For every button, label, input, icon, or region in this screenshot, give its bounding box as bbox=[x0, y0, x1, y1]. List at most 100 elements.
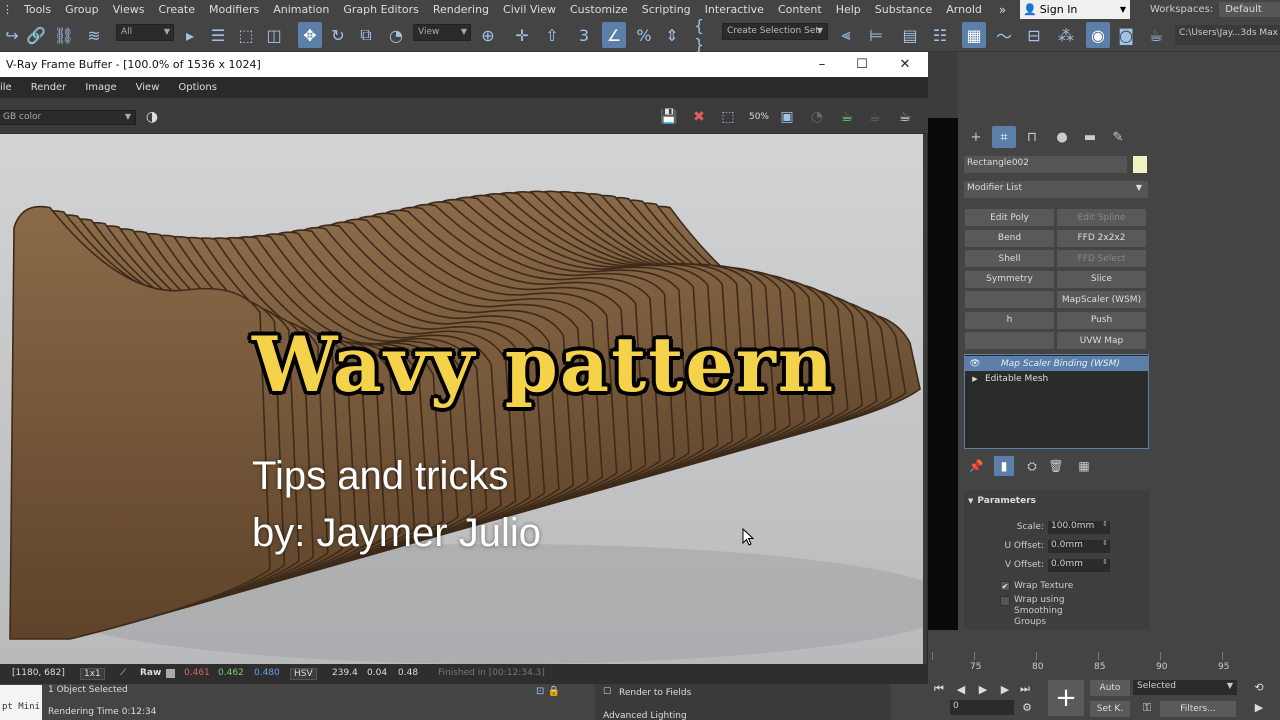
stack-item-editable-mesh[interactable]: ▶ Editable Mesh bbox=[965, 371, 1148, 386]
curve-editor-icon[interactable]: 〜 bbox=[992, 22, 1016, 48]
select-object-icon[interactable]: ▸ bbox=[178, 22, 202, 48]
key-filter-dropdown[interactable]: Selected ▼ bbox=[1133, 680, 1237, 695]
color-picker-icon[interactable]: ⟋ bbox=[120, 668, 126, 678]
spinner-snap-icon[interactable]: ⇕ bbox=[660, 22, 684, 48]
menu-graph-editors[interactable]: Graph Editors bbox=[336, 3, 426, 16]
nav-icon[interactable]: ▶ bbox=[1250, 700, 1268, 714]
key-mode-icon[interactable]: ⚿ bbox=[1138, 701, 1156, 715]
selection-set-dropdown[interactable]: Create Selection Set ▼ bbox=[722, 23, 828, 40]
angle-snap-icon[interactable]: ∠ bbox=[602, 22, 626, 48]
wrap-smoothing-checkbox[interactable] bbox=[1000, 596, 1010, 606]
menu-civil-view[interactable]: Civil View bbox=[496, 3, 563, 16]
track-mouse-icon[interactable]: ▣ bbox=[776, 106, 798, 128]
pivot-center-icon[interactable]: ⊕ bbox=[476, 22, 500, 48]
render-teapot-icon[interactable]: ☕ bbox=[1144, 22, 1168, 48]
object-color-swatch[interactable] bbox=[1133, 156, 1147, 173]
percent-snap-icon[interactable]: % bbox=[632, 22, 656, 48]
minimize-icon[interactable]: – bbox=[802, 52, 842, 77]
make-unique-icon[interactable]: ⛭ bbox=[1022, 456, 1042, 476]
save-image-icon[interactable]: 💾 bbox=[658, 106, 680, 128]
menu-substance[interactable]: Substance bbox=[868, 3, 940, 16]
ribbon-toggle-icon[interactable]: ▦ bbox=[962, 22, 986, 48]
modifier-button[interactable]: Symmetry bbox=[965, 270, 1054, 288]
reference-coord-dropdown[interactable]: View ▼ bbox=[413, 24, 471, 41]
menu-views[interactable]: Views bbox=[106, 3, 152, 16]
clear-image-icon[interactable]: ✖ bbox=[688, 106, 710, 128]
go-to-end-icon[interactable]: ⏭ bbox=[1016, 682, 1034, 696]
motion-tab-icon[interactable]: ● bbox=[1050, 126, 1074, 148]
remove-modifier-icon[interactable]: 🗑 bbox=[1046, 456, 1066, 476]
redo-icon[interactable]: ↪ bbox=[0, 22, 24, 48]
time-config-icon[interactable]: ⚙ bbox=[1018, 700, 1036, 714]
pin-stack-icon[interactable]: 📌 bbox=[966, 456, 986, 476]
mirror-icon[interactable]: ⫷ bbox=[834, 22, 858, 48]
expand-icon[interactable]: ▶ bbox=[965, 375, 985, 383]
vfb-menu-image[interactable]: Image bbox=[75, 82, 125, 93]
stack-item-map-scaler[interactable]: 👁 Map Scaler Binding (WSM) bbox=[965, 356, 1148, 371]
schematic-view-icon[interactable]: ⁂ bbox=[1054, 22, 1078, 48]
menu-more-icon[interactable]: » bbox=[989, 3, 1016, 17]
menu-interactive[interactable]: Interactive bbox=[698, 3, 771, 16]
select-move-icon[interactable]: ✥ bbox=[298, 22, 322, 48]
window-crossing-icon[interactable]: ◫ bbox=[262, 22, 286, 48]
show-end-result-icon[interactable]: ▮ bbox=[994, 456, 1014, 476]
rect-selection-icon[interactable]: ⬚ bbox=[234, 22, 258, 48]
go-to-start-icon[interactable]: ⏮ bbox=[930, 682, 948, 696]
place-icon[interactable]: ◔ bbox=[384, 22, 408, 48]
modifier-list-dropdown[interactable]: Modifier List ▼ bbox=[964, 181, 1148, 198]
menu-arnold[interactable]: Arnold bbox=[939, 3, 989, 16]
region-render-icon[interactable]: ⬚ bbox=[717, 106, 739, 128]
menu-create[interactable]: Create bbox=[151, 3, 202, 16]
object-name-field[interactable]: Rectangle002 bbox=[964, 156, 1127, 173]
modify-tab-icon[interactable]: ⌗ bbox=[992, 126, 1016, 148]
menu-group[interactable]: Group bbox=[58, 3, 106, 16]
utilities-tab-icon[interactable]: ✎ bbox=[1106, 126, 1130, 148]
render-last-icon[interactable]: ☕ bbox=[894, 106, 916, 128]
modifier-button[interactable]: FFD 2x2x2 bbox=[1057, 229, 1146, 247]
dope-sheet-icon[interactable]: ⊟ bbox=[1022, 22, 1046, 48]
bind-spacewarp-icon[interactable]: ≋ bbox=[82, 22, 106, 48]
set-key-button[interactable]: Set K. bbox=[1090, 701, 1130, 717]
wrap-texture-checkbox[interactable]: ✔ bbox=[1000, 581, 1010, 591]
select-rotate-icon[interactable]: ↻ bbox=[326, 22, 350, 48]
close-icon[interactable]: ✕ bbox=[885, 52, 925, 77]
rendered-image[interactable]: Wavy pattern Tips and tricks by: Jaymer … bbox=[0, 134, 923, 664]
menu-scripting[interactable]: Scripting bbox=[635, 3, 698, 16]
modifier-button[interactable]: Push bbox=[1057, 311, 1146, 329]
menu-tools[interactable]: Tools bbox=[17, 3, 58, 16]
render-setup-icon[interactable]: ◙ bbox=[1114, 22, 1138, 48]
align-icon[interactable]: ⊨ bbox=[864, 22, 888, 48]
vfb-menu-view[interactable]: View bbox=[126, 82, 169, 93]
keyboard-shortcut-icon[interactable]: ⇧ bbox=[540, 22, 564, 48]
eye-icon[interactable]: 👁 bbox=[965, 359, 985, 369]
ratio-dropdown[interactable]: 1x1 bbox=[80, 668, 105, 680]
menu-modifiers[interactable]: Modifiers bbox=[202, 3, 266, 16]
unlink-icon[interactable]: ⛓ bbox=[52, 22, 76, 48]
snaps-toggle-icon[interactable]: 3 bbox=[572, 22, 596, 48]
u-offset-spinner[interactable]: 0.0mm ⇕ bbox=[1048, 539, 1110, 553]
selection-filter-dropdown[interactable]: All ▼ bbox=[116, 24, 174, 41]
menu-customize[interactable]: Customize bbox=[563, 3, 635, 16]
workspace-dropdown[interactable]: Default bbox=[1219, 2, 1280, 17]
modifier-button[interactable] bbox=[965, 332, 1054, 349]
filters-button[interactable]: Filters... bbox=[1160, 701, 1236, 717]
modifier-button[interactable]: Edit Spline bbox=[1057, 209, 1146, 226]
menu-help[interactable]: Help bbox=[829, 3, 868, 16]
menu-rendering[interactable]: Rendering bbox=[426, 3, 496, 16]
layer-explorer-icon[interactable]: ☷ bbox=[928, 22, 952, 48]
render-icon[interactable]: ☕ bbox=[836, 106, 858, 128]
menu-content[interactable]: Content bbox=[771, 3, 829, 16]
modifier-button[interactable]: Shell bbox=[965, 250, 1054, 267]
modifier-button[interactable]: MapScaler (WSM) bbox=[1057, 291, 1146, 308]
current-frame-field[interactable]: 0 bbox=[950, 700, 1014, 715]
vfb-menu-render[interactable]: Render bbox=[21, 82, 76, 93]
sign-in-dropdown[interactable]: 👤 Sign In ▼ bbox=[1020, 0, 1130, 19]
create-tab-icon[interactable]: + bbox=[964, 126, 988, 148]
menu-animation[interactable]: Animation bbox=[266, 3, 336, 16]
vfb-menu-options[interactable]: Options bbox=[168, 82, 226, 93]
next-frame-icon[interactable]: ▶ bbox=[996, 682, 1014, 696]
menu-overflow-icon[interactable]: ⋮ bbox=[0, 3, 17, 16]
timeline-ruler[interactable]: 75 80 85 90 95 bbox=[928, 652, 1280, 678]
render-to-fields-checkbox[interactable]: ☐ bbox=[603, 687, 611, 697]
maxscript-listener[interactable]: pt Mini bbox=[0, 685, 42, 720]
